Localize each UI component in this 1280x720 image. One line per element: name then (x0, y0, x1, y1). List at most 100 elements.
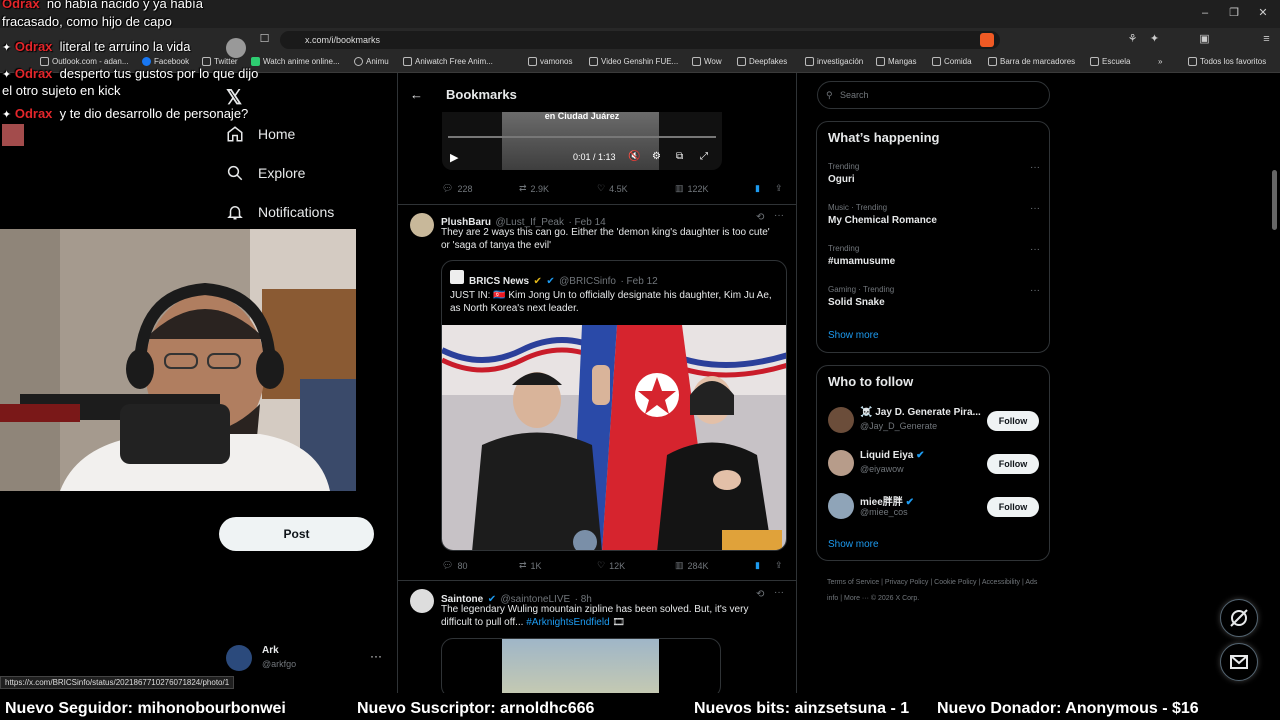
follow-suggestion[interactable]: Liquid Eiya ✔ @eiyawow Follow (817, 447, 1049, 481)
tweet-text: The legendary Wuling mountain zipline ha… (441, 604, 749, 628)
nav-notifications[interactable]: Notifications (226, 203, 334, 221)
follow-button[interactable]: Follow (987, 497, 1039, 517)
bookmark-star-icon[interactable]: ☐ (258, 33, 271, 46)
video-progress[interactable] (448, 136, 716, 138)
follow-button[interactable]: Follow (987, 411, 1039, 431)
follow-suggestion[interactable]: ☠️ Jay D. Generate Pira... @Jay_D_Genera… (817, 404, 1049, 438)
bookmark-folder[interactable]: Escuela (1090, 57, 1130, 66)
footer-link[interactable]: Accessibility (982, 579, 1020, 586)
quote-tweet[interactable]: BRICS News ✔ ✔ @BRICSinfo · Feb 12 JUST … (441, 260, 787, 551)
bookmark-folder[interactable]: Video Genshin FUE... (589, 57, 678, 66)
brave-shield-icon[interactable] (980, 33, 994, 47)
nav-home[interactable]: Home (226, 125, 295, 143)
bookmark-item[interactable]: Outlook.com - adan... (40, 57, 128, 66)
address-bar[interactable]: x.com/i/bookmarks (280, 31, 1000, 49)
trend-item[interactable]: Trending #umamusume ··· (828, 244, 1040, 267)
bookmark-item[interactable]: Watch anime online... (251, 57, 340, 66)
bookmark-icon[interactable]: ▮ (755, 560, 760, 571)
views-button[interactable]: ▥ 122K (675, 183, 709, 194)
tweet-actions: 💬︎ 228 ⇄ 2.9K ♡ 4.5K ▥ 122K ▮ ⇪ (442, 183, 787, 197)
more-options-icon[interactable]: ··· (1030, 244, 1040, 255)
follow-button[interactable]: Follow (987, 454, 1039, 474)
chat-message: ✦ Odrax desperto tus gustos por lo que d… (2, 66, 259, 81)
bookmark-item[interactable]: Aniwatch Free Anim... (403, 57, 493, 66)
bookmark-item[interactable]: Facebook (142, 57, 189, 66)
all-bookmarks-folder[interactable]: Todos los favoritos (1188, 57, 1266, 66)
trend-item[interactable]: Music · Trending My Chemical Romance ··· (828, 203, 1040, 226)
trend-item[interactable]: Gaming · Trending Solid Snake ··· (828, 285, 1040, 308)
copyright: © 2026 X Corp. (870, 595, 920, 602)
hashtag-link[interactable]: #ArknightsEndfield (526, 617, 609, 628)
footer-link[interactable]: Privacy Policy (885, 579, 929, 586)
extension-icon[interactable]: ⚘ (1126, 33, 1139, 46)
ticker-item: Nuevo Seguidor: mihonobourbonwei (5, 700, 286, 717)
play-icon[interactable]: ▶ (450, 151, 458, 164)
pip-icon[interactable]: ⧉ (676, 151, 683, 162)
scrollbar-thumb[interactable] (1272, 170, 1277, 230)
more-options-icon[interactable]: ··· (1030, 285, 1040, 296)
tweet-photo[interactable] (442, 325, 786, 550)
footer-link[interactable]: Cookie Policy (934, 579, 976, 586)
fullscreen-icon[interactable]: ⤢ (700, 151, 708, 162)
quote-handle: @BRICSinfo (559, 276, 616, 287)
more-options-icon[interactable]: ··· (1030, 203, 1040, 214)
minimize-icon[interactable]: – (1198, 6, 1212, 20)
footer-link[interactable]: More ··· (844, 595, 869, 602)
bookmark-folder[interactable]: Barra de marcadores (988, 57, 1075, 66)
post-button[interactable]: Post (219, 517, 374, 551)
bookmark-folder[interactable]: Wow (692, 57, 722, 66)
mute-icon[interactable]: 🔇 (628, 151, 640, 162)
menu-icon[interactable]: ≡ (1260, 33, 1273, 46)
show-more-link[interactable]: Show more (828, 539, 879, 550)
bookmark-folder[interactable]: Comida (932, 57, 972, 66)
bookmarks-overflow-icon[interactable]: » (1158, 57, 1162, 66)
avatar[interactable] (410, 589, 434, 613)
avatar (828, 407, 854, 433)
bookmark-folder[interactable]: Deepfakes (737, 57, 787, 66)
reply-button[interactable]: 💬︎ 228 (442, 183, 472, 194)
bookmark-folder[interactable]: vamonos (528, 57, 572, 66)
like-button[interactable]: ♡ 12K (597, 560, 625, 571)
video-player[interactable]: en Ciudad Juárez ▶ 0:01 / 1:13 🔇 ⚙ ⧉ ⤢ (442, 112, 722, 170)
maximize-icon[interactable]: ❐ (1227, 6, 1241, 20)
bookmark-icon[interactable]: ▮ (755, 183, 760, 194)
nav-explore[interactable]: Explore (226, 164, 305, 182)
views-button[interactable]: ▥ 284K (675, 560, 709, 571)
more-options-icon[interactable]: ··· (1030, 162, 1040, 173)
grok-icon[interactable]: ⟲ (756, 212, 764, 223)
repost-button[interactable]: ⇄ 2.9K (519, 183, 549, 194)
bookmark-item[interactable]: Animu (354, 57, 389, 66)
settings-icon[interactable]: ⚙ (652, 151, 661, 162)
grok-button[interactable] (1220, 599, 1258, 637)
avatar[interactable] (410, 213, 434, 237)
grok-icon[interactable]: ⟲ (756, 589, 764, 600)
share-icon[interactable]: ⇪ (775, 560, 783, 571)
more-options-icon[interactable]: ··· (774, 587, 784, 598)
more-options-icon[interactable]: ··· (774, 210, 784, 221)
repost-button[interactable]: ⇄ 1K (519, 560, 542, 571)
share-icon[interactable]: ⇪ (775, 183, 783, 194)
footer-link[interactable]: Terms of Service (827, 579, 879, 586)
like-button[interactable]: ♡ 4.5K (597, 183, 628, 194)
sidebar-icon[interactable]: ▣ (1198, 33, 1211, 46)
close-window-icon[interactable]: ✕ (1256, 6, 1270, 20)
avatar[interactable] (226, 645, 252, 671)
mail-icon (1230, 655, 1248, 669)
reply-button[interactable]: 💬︎ 80 (442, 560, 467, 571)
back-arrow-icon[interactable]: ← (410, 87, 423, 102)
trend-item[interactable]: Trending Oguri ··· (828, 162, 1040, 185)
heart-icon: ♡ (597, 183, 606, 193)
show-more-link[interactable]: Show more (828, 330, 879, 341)
messages-button[interactable] (1220, 643, 1258, 681)
follow-suggestion[interactable]: miee胖胖 ✔ @miee_cos Follow (817, 490, 1049, 524)
bookmark-folder[interactable]: investigación (805, 57, 863, 66)
bookmark-item[interactable]: Twitter (202, 57, 238, 66)
chat-message: Odrax no había nacido y ya había (2, 0, 203, 11)
folder-icon (1090, 57, 1099, 66)
bookmark-folder[interactable]: Mangas (876, 57, 916, 66)
sparkle-icon: ✦ (2, 109, 12, 121)
video-player[interactable] (441, 638, 721, 693)
puzzle-icon[interactable]: ✦ (1148, 33, 1161, 46)
search-input[interactable]: ⚲ Search (817, 81, 1050, 109)
more-options-icon[interactable]: ··· (370, 649, 382, 663)
